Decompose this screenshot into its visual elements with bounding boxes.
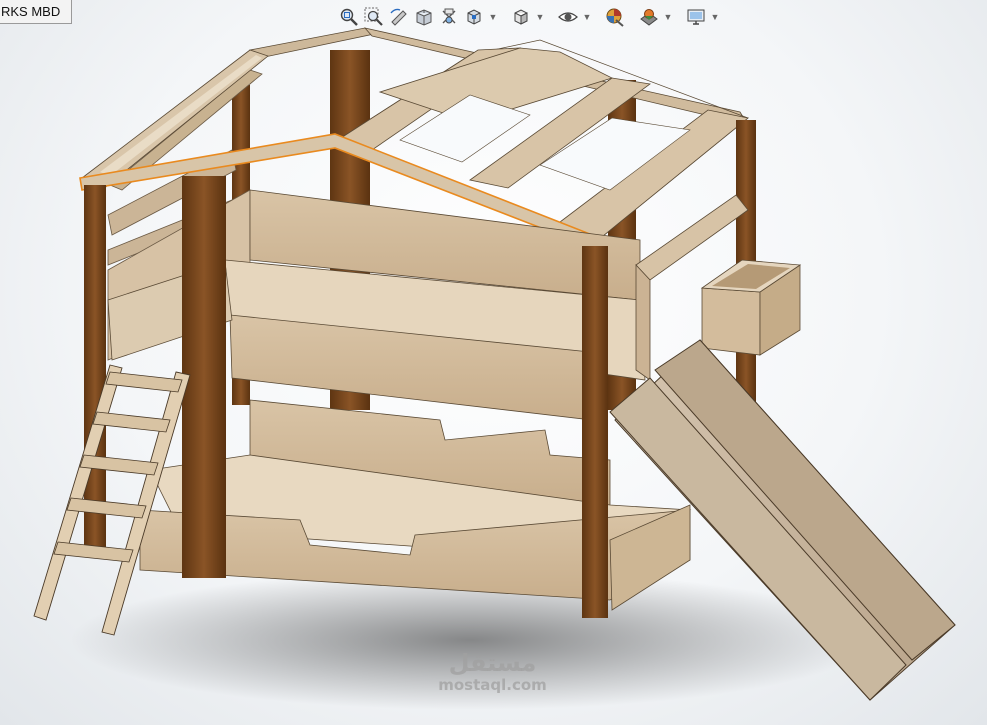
model-viewport[interactable] xyxy=(0,0,987,725)
ladder-rung-1[interactable] xyxy=(105,371,183,393)
slide-platform-frame[interactable] xyxy=(635,263,651,381)
watermark-logo: مستقل xyxy=(448,649,537,677)
front-right-post[interactable] xyxy=(582,246,608,618)
planter-box-front[interactable] xyxy=(701,287,761,356)
watermark-url: mostaql.com xyxy=(438,676,547,694)
mostaql-watermark: مستقل mostaql.com xyxy=(430,650,555,694)
ladder-left-rail[interactable] xyxy=(33,364,123,621)
ladder-rung-4[interactable] xyxy=(66,497,147,519)
